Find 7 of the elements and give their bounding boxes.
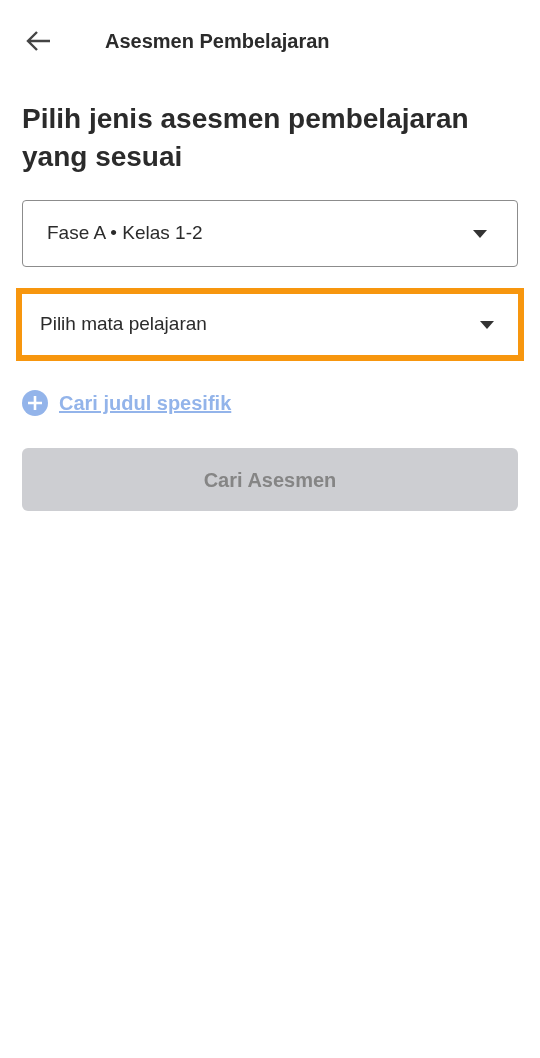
dropdown-caret-icon	[480, 320, 494, 329]
dropdown-caret-icon	[473, 229, 487, 238]
back-icon[interactable]	[24, 29, 52, 53]
screen-title: Asesmen Pembelajaran	[105, 29, 330, 54]
page-heading: Pilih jenis asesmen pembelajaran yang sesuai	[22, 102, 470, 174]
plus-circle-icon	[22, 390, 48, 416]
dropdown[interactable]: Fase A • Kelas 1-2	[22, 200, 518, 267]
